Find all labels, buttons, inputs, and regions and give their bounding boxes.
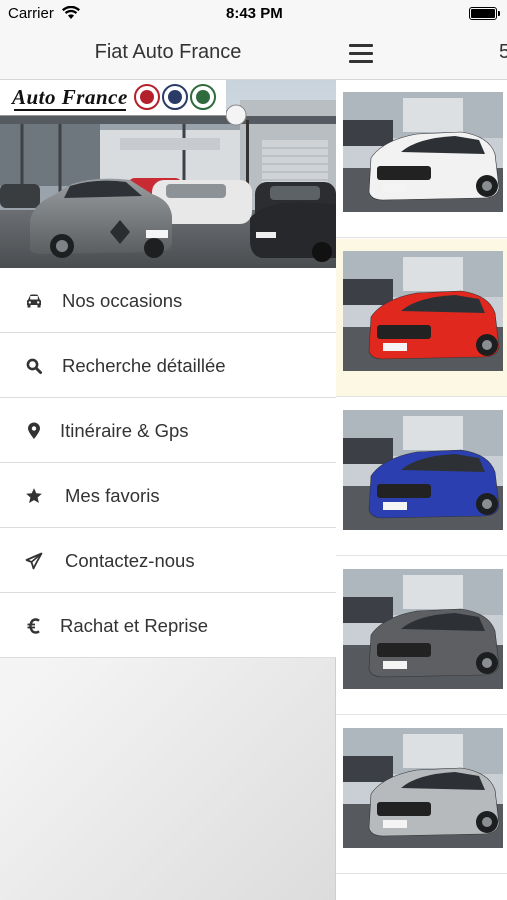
menu-item-6[interactable]: Rachat et Reprise	[0, 593, 336, 658]
car-listing[interactable]	[336, 239, 507, 397]
drawer-nav-bar: Fiat Auto France	[0, 26, 336, 80]
car-icon	[25, 292, 43, 310]
star-icon	[25, 487, 43, 505]
car-photo	[343, 92, 503, 212]
carrier-label: Carrier	[8, 5, 54, 22]
menu-item-4[interactable]: Mes favoris	[0, 463, 336, 528]
car-listing[interactable]	[336, 557, 507, 715]
map-marker-icon	[25, 422, 43, 440]
status-bar: Carrier 8:43 PM	[0, 0, 336, 26]
car-photo	[343, 410, 503, 530]
car-listing[interactable]	[336, 80, 507, 238]
car-listing[interactable]	[336, 398, 507, 556]
drawer-menu: Nos occasions Recherche détaillée Itinérai…	[0, 268, 336, 658]
paper-plane-icon	[25, 552, 43, 570]
menu-item-5[interactable]: Contactez-nous	[0, 528, 336, 593]
menu-item-label: Contactez-nous	[65, 550, 195, 571]
brand-logo-text: Auto France	[12, 85, 128, 109]
menu-item-label: Nos occasions	[62, 290, 183, 311]
menu-item-label: Recherche détaillée	[62, 355, 226, 376]
menu-item-label: Mes favoris	[65, 485, 160, 506]
car-photo	[343, 251, 503, 371]
main-screen: 5	[336, 0, 507, 900]
brand-logo-strip: Auto France	[0, 80, 226, 116]
car-photo	[343, 569, 503, 689]
fiat-badge-icon	[134, 84, 160, 110]
menu-item-1[interactable]: Nos occasions	[0, 268, 336, 333]
main-nav-bar: 5	[336, 26, 507, 80]
lancia-badge-icon	[162, 84, 188, 110]
main-nav-title: 5	[499, 41, 507, 63]
hamburger-menu-icon[interactable]	[349, 44, 373, 63]
car-listing[interactable]	[336, 716, 507, 874]
car-photo	[343, 728, 503, 848]
battery-icon	[469, 7, 500, 20]
alfa-romeo-badge-icon	[190, 84, 216, 110]
side-drawer: Carrier 8:43 PM Fiat Auto France Auto Fr…	[0, 0, 336, 900]
search-icon	[25, 357, 43, 375]
menu-item-label: Itinéraire & Gps	[60, 420, 189, 441]
menu-item-label: Rachat et Reprise	[60, 615, 209, 636]
app-title: Fiat Auto France	[94, 41, 242, 63]
brand-logo-underline	[14, 109, 126, 111]
wifi-icon	[62, 6, 80, 19]
menu-item-3[interactable]: Itinéraire & Gps	[0, 398, 336, 463]
menu-item-2[interactable]: Recherche détaillée	[0, 333, 336, 398]
euro-icon	[25, 617, 43, 635]
status-bar-right	[336, 0, 507, 26]
status-time: 8:43 PM	[226, 5, 283, 22]
